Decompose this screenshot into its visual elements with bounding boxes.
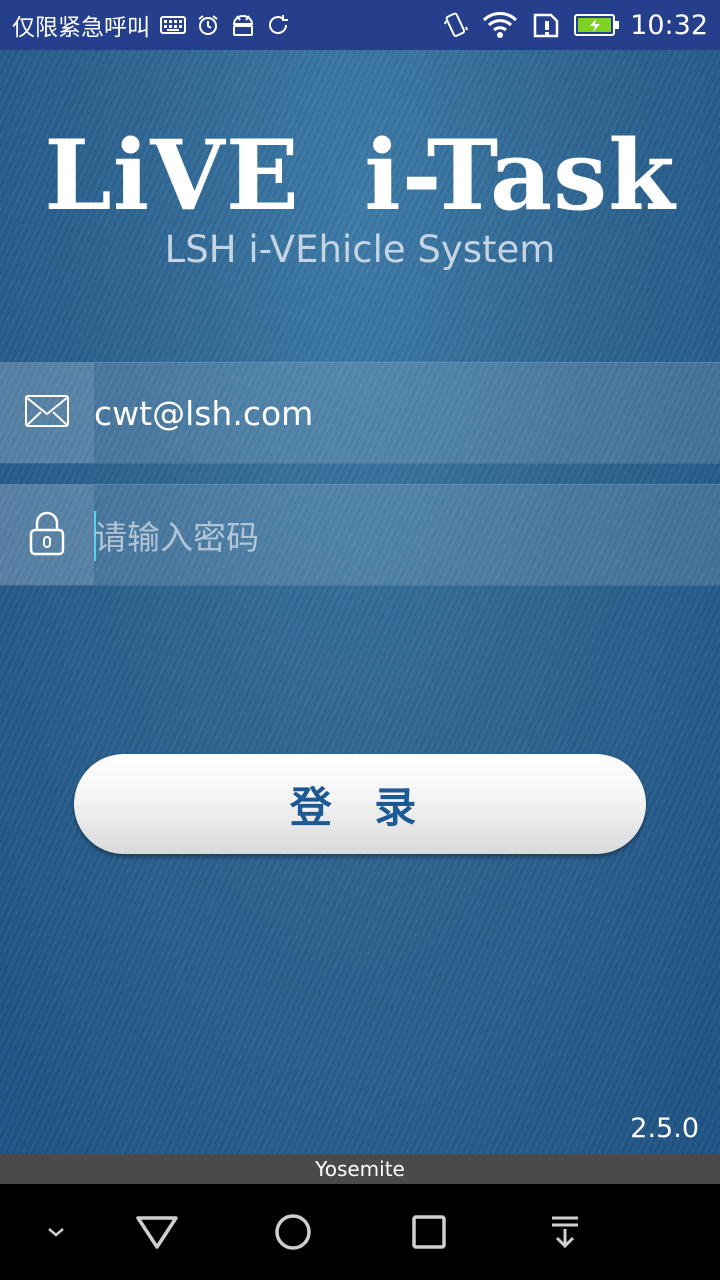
lock-icon bbox=[29, 510, 65, 560]
password-field[interactable]: 请输入密码 bbox=[0, 484, 720, 586]
recents-icon[interactable] bbox=[406, 1184, 452, 1280]
version-label: 2.5.0 bbox=[630, 1113, 699, 1144]
status-bar: 仅限紧急呼叫 10:32 bbox=[0, 0, 720, 50]
navigation-bar bbox=[0, 1184, 720, 1280]
home-icon[interactable] bbox=[270, 1184, 316, 1280]
app-subtitle: LSH i-VEhicle System bbox=[164, 228, 556, 271]
vibrate-icon bbox=[444, 10, 469, 40]
alarm-icon bbox=[196, 10, 220, 40]
keyboard-icon bbox=[160, 10, 186, 40]
android-icon bbox=[230, 10, 256, 40]
sim-alert-icon bbox=[532, 10, 560, 40]
email-field[interactable]: cwt@lsh.com bbox=[0, 362, 720, 464]
password-input[interactable]: 请输入密码 bbox=[94, 485, 720, 585]
login-screen: LiVE i-Task LSH i-VEhicle System cwt@lsh… bbox=[0, 50, 720, 1154]
collapse-icon[interactable] bbox=[36, 1184, 76, 1280]
clock: 10:32 bbox=[630, 9, 708, 41]
sync-icon bbox=[266, 10, 290, 40]
battery-charging-icon bbox=[574, 10, 620, 40]
wifi-ssid-banner: Yosemite bbox=[0, 1154, 720, 1184]
email-input[interactable]: cwt@lsh.com bbox=[94, 363, 720, 463]
wifi-icon bbox=[482, 10, 518, 40]
carrier-text: 仅限紧急呼叫 bbox=[12, 15, 150, 41]
login-button[interactable]: 登 录 bbox=[74, 754, 646, 854]
back-icon[interactable] bbox=[132, 1184, 182, 1280]
app-title: LiVE i-Task bbox=[44, 119, 676, 232]
mail-icon bbox=[24, 394, 70, 432]
email-icon-box bbox=[0, 363, 94, 463]
password-icon-box bbox=[0, 485, 94, 585]
notification-pull-icon[interactable] bbox=[542, 1184, 588, 1280]
